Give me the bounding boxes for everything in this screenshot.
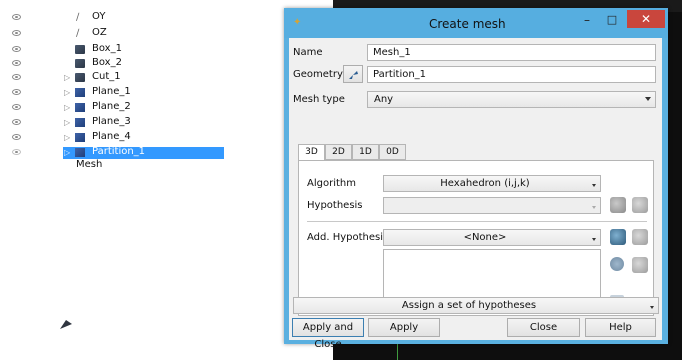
maximize-button[interactable]: □ xyxy=(601,13,623,29)
expand-arrow-icon[interactable]: ▷ xyxy=(64,73,70,82)
tree-item-label: OZ xyxy=(92,27,107,38)
plane-icon xyxy=(75,88,85,97)
eye-icon[interactable] xyxy=(12,134,21,140)
tree-item[interactable]: Box_2 xyxy=(0,57,284,70)
plane-icon xyxy=(75,133,85,142)
select-arrow-icon xyxy=(349,71,358,79)
add-hypothesis-select[interactable]: <None> xyxy=(383,229,601,246)
box-icon xyxy=(75,59,85,68)
tree-item[interactable]: ▷ Plane_1 xyxy=(0,86,284,99)
algorithm-label: Algorithm xyxy=(307,178,356,189)
chevron-down-icon xyxy=(592,206,596,209)
chevron-down-icon xyxy=(650,306,654,309)
hypothesis-select[interactable] xyxy=(383,197,601,214)
tree-item[interactable]: ▷ Plane_3 xyxy=(0,116,284,129)
eye-icon[interactable] xyxy=(12,119,21,125)
eye-icon[interactable] xyxy=(12,30,21,36)
plane-icon xyxy=(75,103,85,112)
add-hypothesis-label: Add. Hypothesis xyxy=(307,232,389,243)
tree-item-label: Partition_1 xyxy=(92,146,146,157)
mesh-icon xyxy=(60,320,72,329)
eye-icon[interactable] xyxy=(12,74,21,80)
create-hypothesis-icon[interactable] xyxy=(610,197,626,213)
tree-item-label: Mesh xyxy=(76,159,103,170)
tree-item-label: OY xyxy=(92,11,106,22)
eye-icon[interactable] xyxy=(12,149,21,155)
tree-item-mesh[interactable]: Mesh xyxy=(0,159,284,329)
tab-panel-3d: Algorithm Hexahedron (i,j,k) Hypothesis … xyxy=(298,160,654,316)
tab-1d[interactable]: 1D xyxy=(352,144,379,160)
geometry-field[interactable]: Partition_1 xyxy=(367,66,656,83)
dialog-titlebar[interactable]: ✦ Create mesh – □ ✕ xyxy=(284,8,668,38)
expand-arrow-icon[interactable]: ▷ xyxy=(64,133,70,142)
chevron-down-icon xyxy=(645,97,651,101)
mesh-type-select[interactable]: Any xyxy=(367,91,656,108)
dialog-title: Create mesh xyxy=(429,17,506,31)
tree-item[interactable]: ▷ Plane_2 xyxy=(0,101,284,114)
app-icon: ✦ xyxy=(293,17,302,28)
name-label: Name xyxy=(293,47,323,58)
eye-icon[interactable] xyxy=(12,89,21,95)
object-browser-tree: · ·· · ∕ OY ∕ OZ Box_1 Box_2 ▷ Cut_1 ▷ P… xyxy=(0,0,284,360)
tree-item-selected[interactable]: ▷ Partition_1 xyxy=(0,146,284,159)
tree-item-label: Box_1 xyxy=(92,43,122,54)
minimize-button[interactable]: – xyxy=(576,13,598,29)
edit-hypothesis-icon[interactable] xyxy=(632,197,648,213)
eye-icon[interactable] xyxy=(12,60,21,66)
box-icon xyxy=(75,73,85,82)
separator xyxy=(307,221,647,222)
mesh-type-label: Mesh type xyxy=(293,94,345,105)
tab-0d[interactable]: 0D xyxy=(379,144,406,160)
eye-icon[interactable] xyxy=(12,46,21,52)
edit-icon[interactable] xyxy=(632,257,648,273)
dialog-body: Name Mesh_1 Geometry Partition_1 Mesh ty… xyxy=(289,38,662,350)
eye-icon[interactable] xyxy=(12,104,21,110)
expand-arrow-icon[interactable]: ▷ xyxy=(64,118,70,127)
tree-partial-row: · ·· · xyxy=(88,0,103,4)
geometry-label: Geometry xyxy=(293,69,343,80)
algorithm-select[interactable]: Hexahedron (i,j,k) xyxy=(383,175,601,192)
expand-arrow-icon[interactable]: ▷ xyxy=(64,88,70,97)
tree-item[interactable]: ▷ Plane_4 xyxy=(0,131,284,144)
help-button[interactable]: Help xyxy=(585,318,656,337)
tree-item-label: Plane_4 xyxy=(92,131,131,142)
algorithm-value: Hexahedron (i,j,k) xyxy=(440,178,530,189)
name-field[interactable]: Mesh_1 xyxy=(367,44,656,61)
tab-2d[interactable]: 2D xyxy=(325,144,352,160)
chevron-down-icon xyxy=(592,238,596,241)
expand-arrow-icon[interactable]: ▷ xyxy=(64,148,70,157)
tab-3d[interactable]: 3D xyxy=(298,144,325,161)
axis-icon: ∕ xyxy=(76,12,80,23)
close-button[interactable]: Close xyxy=(507,318,580,337)
eye-icon[interactable] xyxy=(12,14,21,20)
create-add-hypothesis-icon[interactable] xyxy=(610,229,626,245)
plus-icon[interactable] xyxy=(610,257,624,271)
tree-item-label: Plane_2 xyxy=(92,101,131,112)
tree-item-label: Plane_1 xyxy=(92,86,131,97)
assign-hypotheses-label: Assign a set of hypotheses xyxy=(401,300,537,311)
mesh-type-value: Any xyxy=(374,94,394,105)
edit-add-hypothesis-icon[interactable] xyxy=(632,229,648,245)
tree-item[interactable]: ∕ OZ xyxy=(0,27,284,40)
select-geometry-button[interactable] xyxy=(343,65,363,83)
tree-item-label: Plane_3 xyxy=(92,116,131,127)
tree-item[interactable]: ▷ Cut_1 xyxy=(0,71,284,84)
assign-hypotheses-set-button[interactable]: Assign a set of hypotheses xyxy=(293,297,659,314)
add-hypothesis-value: <None> xyxy=(463,232,507,243)
tree-item-label: Box_2 xyxy=(92,57,122,68)
hypothesis-label: Hypothesis xyxy=(307,200,363,211)
plane-icon xyxy=(75,118,85,127)
tree-item[interactable]: ∕ OY xyxy=(0,11,284,24)
axis-icon: ∕ xyxy=(76,28,80,39)
apply-and-close-button[interactable]: Apply and Close xyxy=(292,318,364,350)
tree-item-label: Cut_1 xyxy=(92,71,121,82)
create-mesh-dialog: ✦ Create mesh – □ ✕ Name Mesh_1 Geometry… xyxy=(284,8,668,350)
tree-item[interactable]: Box_1 xyxy=(0,43,284,56)
expand-arrow-icon[interactable]: ▷ xyxy=(64,103,70,112)
apply-button[interactable]: Apply xyxy=(368,318,440,337)
box-icon xyxy=(75,45,85,54)
partition-icon xyxy=(75,148,85,157)
chevron-down-icon xyxy=(592,184,596,187)
close-window-button[interactable]: ✕ xyxy=(627,10,665,28)
